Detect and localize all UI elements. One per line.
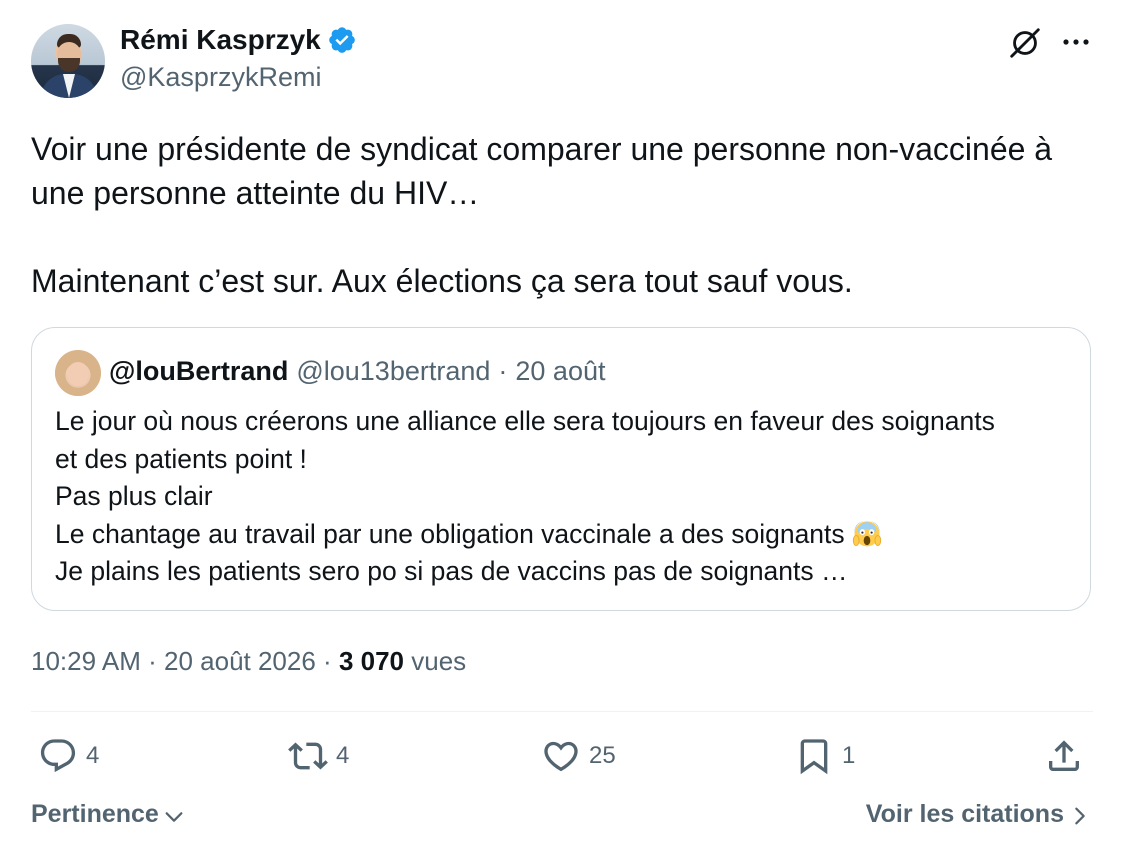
verified-badge-icon — [328, 27, 355, 53]
tweet-time[interactable]: 10:29 AM — [31, 646, 141, 676]
grok-icon[interactable] — [1006, 24, 1044, 62]
quoted-author-name: @louBertrand — [109, 356, 289, 386]
tweet-paragraph: Maintenant c’est sur. Aux élections ça s… — [31, 263, 853, 299]
author-name-row: Rémi Kasprzyk — [120, 24, 357, 56]
quoted-date: 20 août — [515, 356, 606, 386]
tweet-text: Voir une présidente de syndicat comparer… — [31, 127, 1101, 303]
quoted-author-handle: @lou13bertrand — [296, 356, 491, 386]
views-count: 3 070 — [338, 646, 405, 676]
reply-icon — [40, 739, 76, 773]
meta-separator: · — [148, 646, 157, 676]
sort-dropdown[interactable]: Pertinence — [31, 800, 185, 829]
divider — [31, 711, 1093, 712]
author-name[interactable]: Rémi Kasprzyk — [120, 24, 321, 56]
quoted-line: Le jour où nous créerons une alliance el… — [55, 406, 995, 436]
quoted-separator: · — [498, 356, 508, 386]
reply-button[interactable]: 4 — [38, 736, 99, 776]
more-icon[interactable] — [1060, 30, 1092, 54]
view-quotes-label: Voir les citations — [865, 800, 1064, 828]
like-icon — [544, 741, 578, 772]
quoted-tweet-header: @louBertrand @lou13bertrand · 20 août — [109, 356, 605, 387]
sort-label: Pertinence — [31, 800, 159, 828]
share-button[interactable] — [1044, 736, 1084, 776]
quoted-line: Pas plus clair — [55, 481, 213, 511]
views-label: vues — [411, 646, 467, 676]
quoted-line-with-emoji: Le chantage au travail par une obligatio… — [55, 516, 1075, 554]
repost-button[interactable]: 4 — [288, 736, 349, 776]
like-button[interactable]: 25 — [541, 736, 616, 776]
tweet-date[interactable]: 20 août 2026 — [164, 646, 316, 676]
quoted-line: Je plains les patients sero po si pas de… — [55, 556, 848, 586]
share-icon — [1049, 740, 1079, 771]
screaming-face-emoji-icon — [852, 520, 882, 546]
quoted-line: Le chantage au travail par une obligatio… — [55, 518, 845, 549]
quoted-line: et des patients point ! — [55, 443, 307, 474]
chevron-right-icon — [1075, 807, 1085, 825]
chevron-down-icon — [165, 811, 183, 822]
quoted-author-avatar — [55, 350, 101, 396]
bookmark-icon — [800, 739, 828, 775]
tweet-paragraph: Voir une présidente de syndicat comparer… — [31, 131, 1053, 211]
quoted-tweet-text: Le jour où nous créerons une alliance el… — [55, 403, 1075, 591]
repost-icon — [288, 742, 328, 770]
quoted-tweet-card[interactable]: @louBertrand @lou13bertrand · 20 août Le… — [31, 327, 1091, 611]
bookmark-button[interactable]: 1 — [794, 736, 855, 776]
view-quotes-link[interactable]: Voir les citations — [866, 800, 1090, 829]
author-handle[interactable]: @KasprzykRemi — [120, 62, 321, 93]
like-count: 25 — [589, 742, 616, 769]
repost-count: 4 — [336, 742, 350, 769]
reply-count: 4 — [86, 742, 100, 769]
author-avatar[interactable] — [31, 24, 105, 98]
meta-separator: · — [323, 646, 332, 676]
tweet-meta: 10:29 AM · 20 août 2026 · 3 070 vues — [31, 646, 466, 677]
bookmark-count: 1 — [842, 742, 856, 769]
